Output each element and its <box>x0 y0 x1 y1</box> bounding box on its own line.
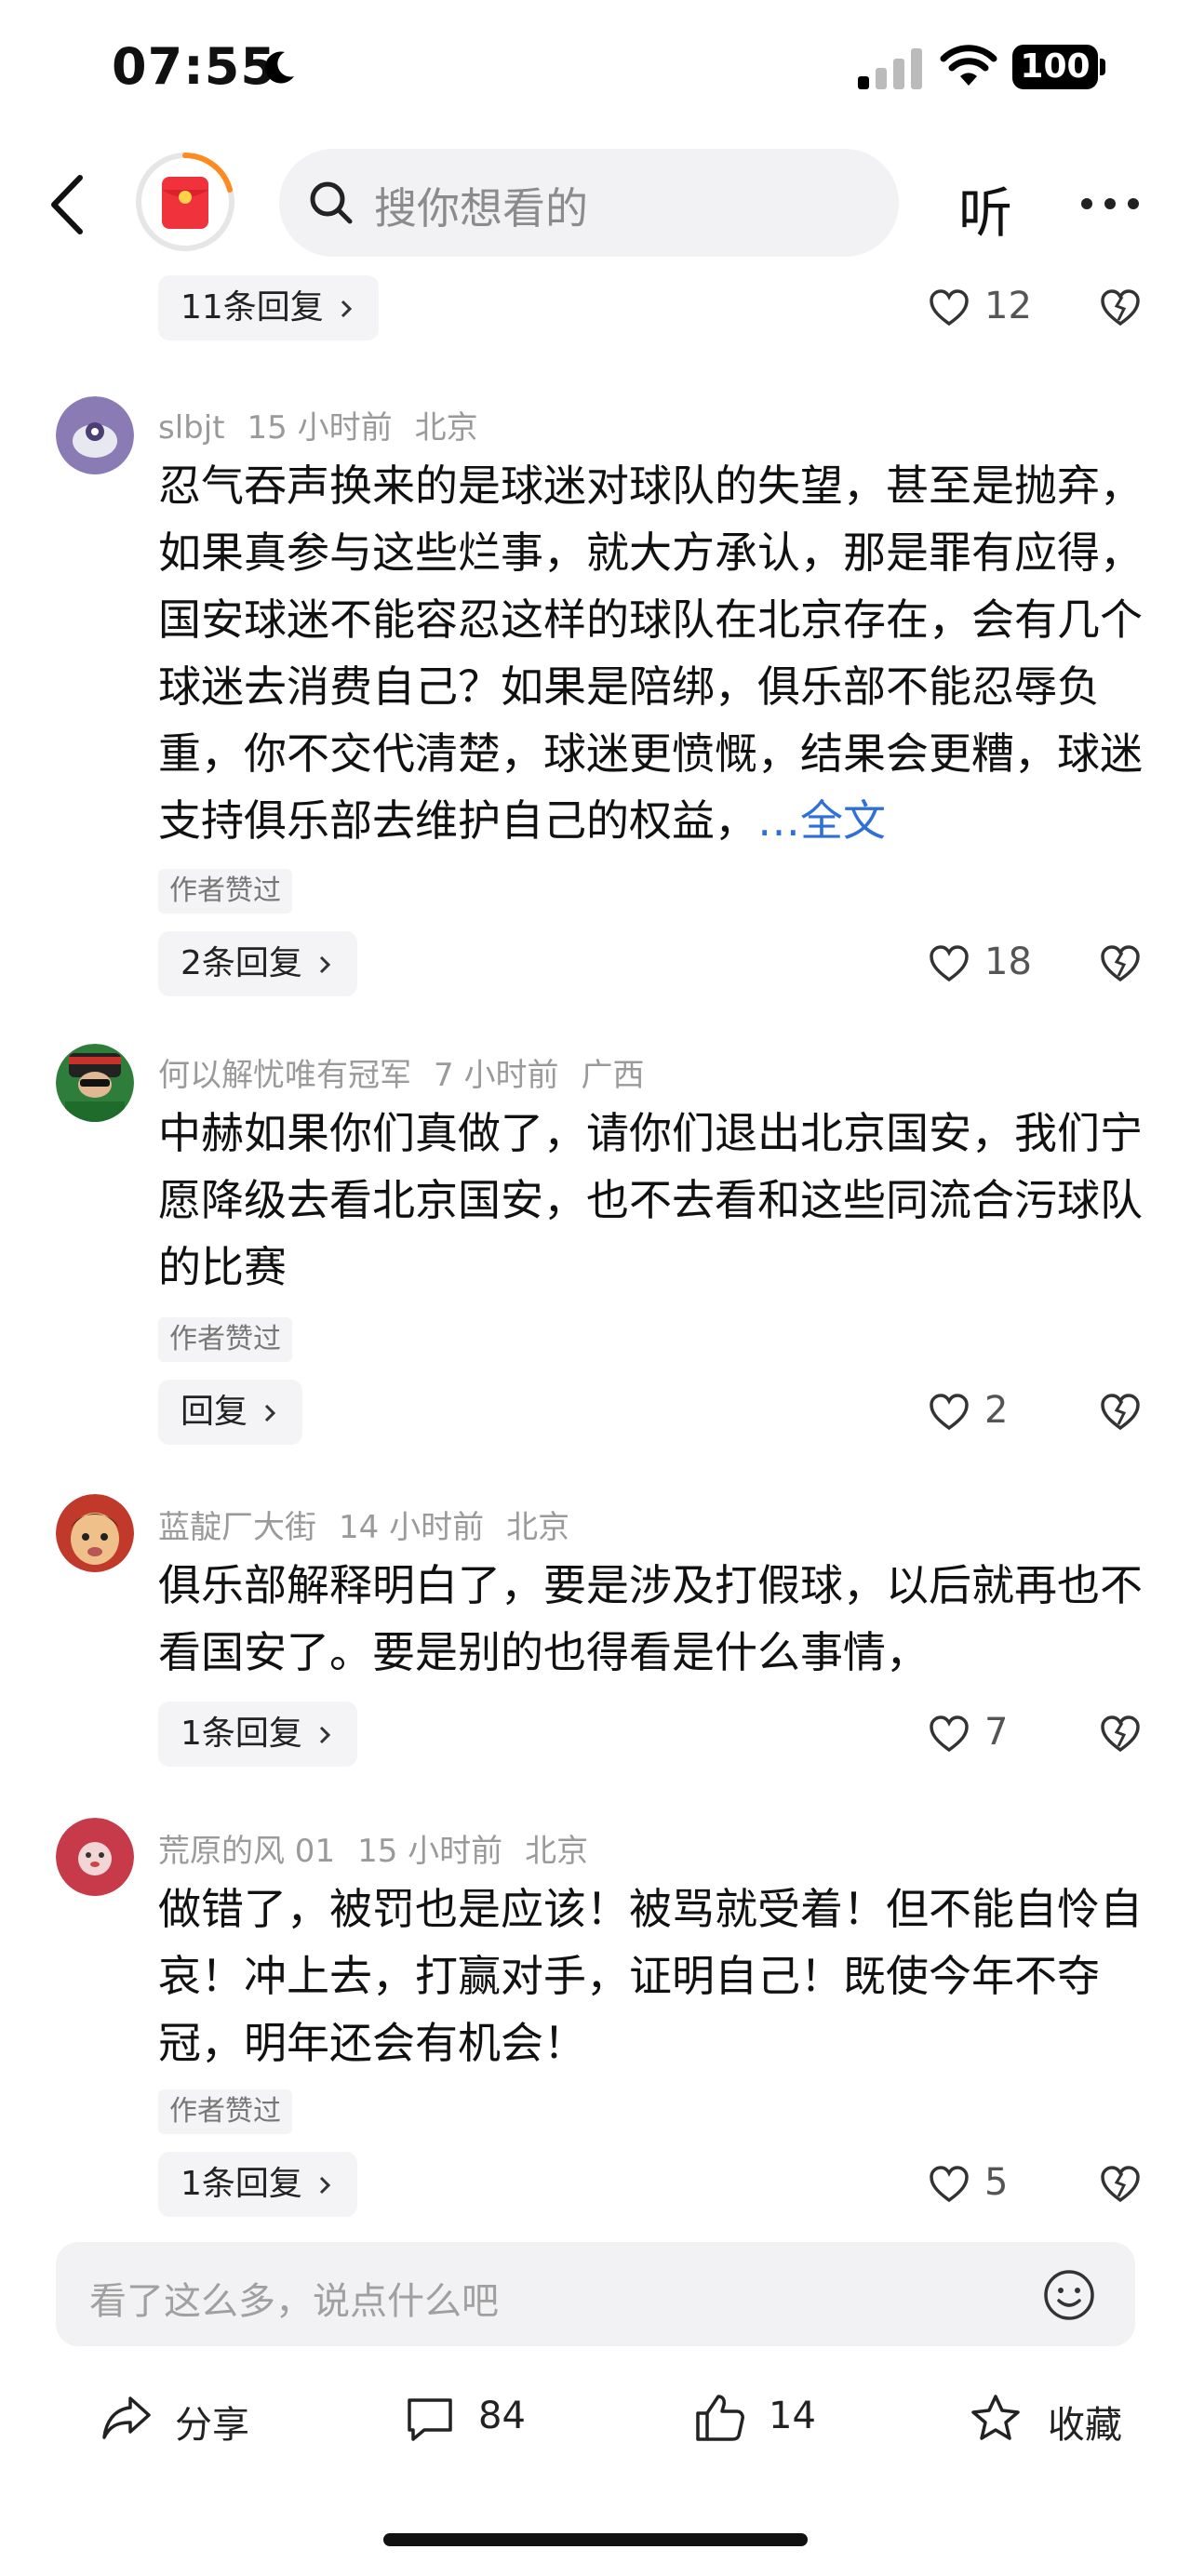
avatar[interactable] <box>56 396 134 474</box>
status-time: 07:55 <box>112 37 276 96</box>
comment-meta: 荒原的风 01 15 小时前 北京 <box>158 1825 610 1871</box>
like-icon[interactable] <box>929 945 970 982</box>
like-icon[interactable] <box>929 1394 970 1431</box>
comment-time: 15 小时前 <box>247 409 393 447</box>
reply-count-label: 11条回复 <box>181 288 324 327</box>
author-liked-badge: 作者赞过 <box>158 1317 292 1362</box>
expand-full-text-link[interactable]: …全文 <box>757 795 886 846</box>
dislike-icon[interactable] <box>1100 1393 1141 1432</box>
like-icon[interactable] <box>929 2166 970 2203</box>
emoji-icon[interactable] <box>1042 2268 1096 2322</box>
reply-count-button[interactable]: 11条回复 <box>158 275 380 340</box>
signal-icon <box>858 48 922 89</box>
like-count: 2 <box>984 1389 1009 1432</box>
comment-location: 北京 <box>414 409 478 447</box>
dislike-icon[interactable] <box>1100 944 1141 983</box>
comments-button[interactable]: 84 <box>404 2391 553 2447</box>
battery-level: 100 <box>1012 45 1098 89</box>
wifi-icon <box>940 45 997 86</box>
comment-username[interactable]: 蓝靛厂大街 <box>158 1509 316 1546</box>
chevron-right-icon <box>265 1404 276 1422</box>
comment-text: 中赫如果你们真做了，请你们退出北京国安，我们宁愿降级去看北京国安，也不去看和这些… <box>158 1108 1143 1292</box>
reply-count-label: 2条回复 <box>181 944 302 982</box>
thumbs-up-icon <box>696 2395 744 2441</box>
comment-text: 做错了，被罚也是应该！被骂就受着！但不能自怜自哀！冲上去，打赢对手，证明自己！既… <box>158 1884 1143 2068</box>
comment-meta: 何以解忧唯有冠军 7 小时前 广西 <box>158 1049 666 1095</box>
author-liked-badge: 作者赞过 <box>158 869 292 914</box>
reply-count-button[interactable]: 1条回复 <box>158 2152 358 2217</box>
comment-location: 北京 <box>525 1833 589 1870</box>
dislike-icon[interactable] <box>1100 288 1141 327</box>
avatar[interactable] <box>56 1818 134 1896</box>
reply-count-label: 1条回复 <box>181 1715 302 1753</box>
comment-time: 15 小时前 <box>357 1833 503 1870</box>
search-placeholder[interactable]: 搜你想看的 <box>374 175 588 236</box>
author-liked-badge: 作者赞过 <box>158 2089 292 2134</box>
avatar[interactable] <box>56 1494 134 1572</box>
comment-location: 北京 <box>506 1509 570 1546</box>
like-count: 5 <box>984 2161 1009 2204</box>
post-like-count: 14 <box>769 2395 816 2437</box>
dislike-icon[interactable] <box>1100 2165 1141 2204</box>
reply-button[interactable]: 回复 <box>158 1380 303 1445</box>
comment-count: 84 <box>478 2395 526 2437</box>
comment-time: 14 小时前 <box>339 1509 485 1546</box>
reply-label: 回复 <box>181 1393 248 1431</box>
dislike-icon[interactable] <box>1100 1715 1141 1754</box>
like-icon[interactable] <box>929 1715 970 1753</box>
like-icon[interactable] <box>929 289 970 327</box>
comment-username[interactable]: 何以解忧唯有冠军 <box>158 1057 411 1094</box>
listen-button[interactable]: 听 <box>958 169 1012 247</box>
red-packet-icon[interactable] <box>134 151 236 253</box>
share-icon <box>102 2396 151 2439</box>
share-label: 分享 <box>175 2404 249 2447</box>
reply-count-label: 1条回复 <box>181 2165 302 2203</box>
home-indicator <box>383 2533 808 2546</box>
search-box[interactable] <box>279 149 899 257</box>
like-count: 18 <box>984 941 1032 983</box>
battery-tip <box>1100 59 1105 75</box>
comment-input-placeholder[interactable]: 看了这么多，说点什么吧 <box>89 2271 499 2325</box>
chevron-right-icon <box>320 2176 331 2195</box>
chevron-right-icon <box>341 300 353 318</box>
comment-meta: slbjt 15 小时前 北京 <box>158 402 501 447</box>
comment-time: 7 小时前 <box>434 1057 559 1094</box>
comment-text-content: 忍气吞声换来的是球迷对球队的失望，甚至是抛弃，如果真参与这些烂事，就大方承认，那… <box>158 460 1143 846</box>
avatar[interactable] <box>56 1044 134 1122</box>
comment-text: 忍气吞声换来的是球迷对球队的失望，甚至是抛弃，如果真参与这些烂事，就大方承认，那… <box>158 452 1144 854</box>
reply-count-button[interactable]: 1条回复 <box>158 1702 358 1767</box>
comment-text: 俱乐部解释明白了，要是涉及打假球，以后就再也不看国安了。要是别的也得看是什么事情… <box>158 1560 1143 1677</box>
like-count: 12 <box>984 285 1032 327</box>
like-count: 7 <box>984 1711 1009 1754</box>
comment-location: 广西 <box>581 1057 645 1094</box>
favorite-button[interactable]: 收藏 <box>970 2391 1128 2447</box>
favorite-label: 收藏 <box>1048 2404 1122 2447</box>
moon-icon <box>264 51 294 84</box>
back-arrow-icon[interactable] <box>47 172 87 237</box>
reply-count-button[interactable]: 2条回复 <box>158 931 358 996</box>
share-button[interactable]: 分享 <box>100 2391 259 2447</box>
comment-meta: 蓝靛厂大街 14 小时前 北京 <box>158 1502 592 1547</box>
star-icon <box>971 2395 1020 2440</box>
comment-username[interactable]: 荒原的风 01 <box>158 1833 335 1870</box>
comment-username[interactable]: slbjt <box>158 409 225 447</box>
chevron-right-icon <box>320 955 331 974</box>
like-post-button[interactable]: 14 <box>694 2391 843 2447</box>
search-icon <box>310 181 353 224</box>
more-options-icon[interactable] <box>1079 196 1141 211</box>
chevron-right-icon <box>320 1726 331 1744</box>
comment-icon <box>408 2398 452 2441</box>
